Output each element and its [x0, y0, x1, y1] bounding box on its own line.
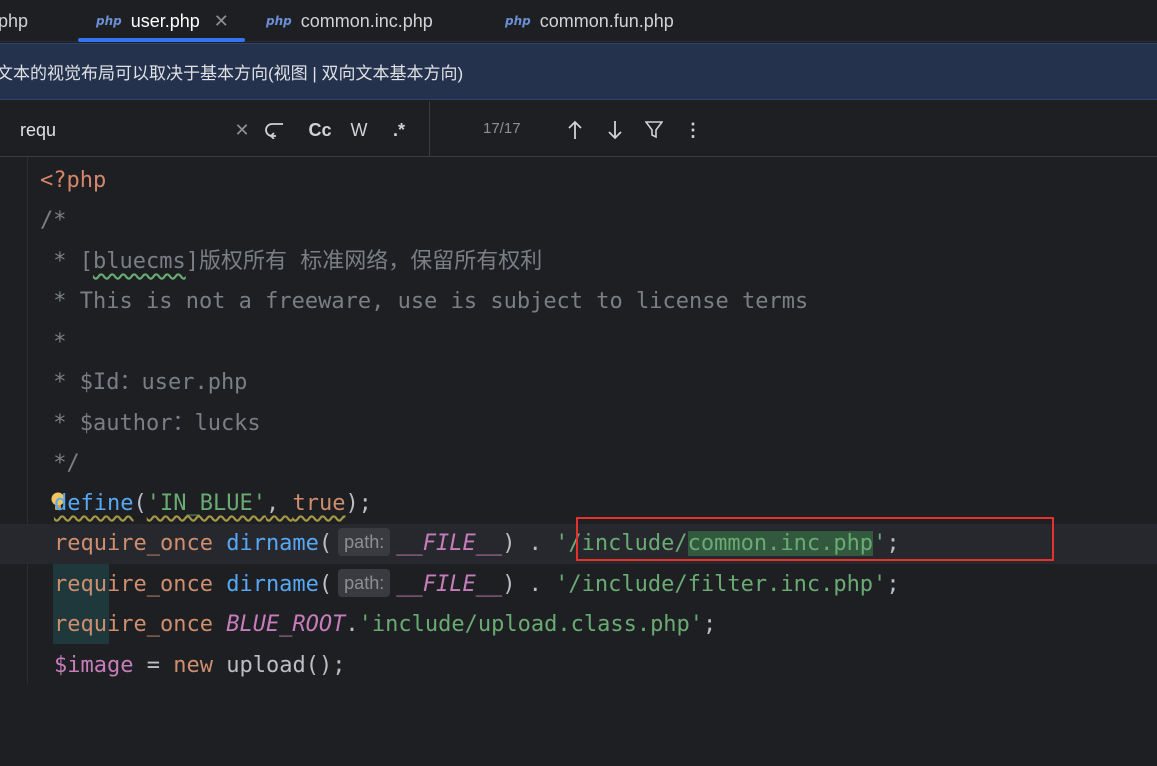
code-editor[interactable]: <?php /* * [bluecms]版权所有 标准网络，保留所有权利 * T… [0, 157, 1157, 684]
info-banner: 文本的视觉布局可以取决于基本方向(视图 | 双向文本基本方向) [0, 43, 1157, 100]
code-line: require_once BLUE_ROOT.'include/upload.c… [0, 605, 1157, 645]
clear-search-icon[interactable]: ✕ [232, 115, 252, 145]
code-line: */ [0, 444, 1157, 484]
php-open-tag: <?php [40, 168, 107, 193]
code-statement: require_once dirname(path: __FILE__) . '/… [54, 565, 900, 605]
highlight-annotation-box [576, 517, 1054, 561]
comment-text: * $Id：user.php [40, 370, 248, 395]
newline-icon[interactable] [262, 115, 288, 145]
arrow-down-icon[interactable] [604, 115, 626, 145]
whole-word-button[interactable]: W [346, 115, 372, 145]
tab-label: common.inc.php [300, 10, 433, 31]
comment-text: * [bluecms]版权所有 标准网络，保留所有权利 [40, 249, 543, 274]
comment-text: * $author：lucks [40, 411, 261, 436]
comment-text: * This is not a freeware, use is subject… [40, 289, 809, 314]
code-line: * [bluecms]版权所有 标准网络，保留所有权利 [0, 242, 1157, 282]
divider [429, 101, 430, 157]
comment-text: /* [40, 208, 67, 233]
arrow-up-icon[interactable] [564, 115, 586, 145]
php-file-icon: php [266, 14, 292, 28]
tab-php[interactable]: php [0, 0, 28, 42]
code-line: require_once dirname(path: __FILE__) . '/… [0, 565, 1157, 605]
code-statement: require_once BLUE_ROOT.'include/upload.c… [54, 612, 717, 637]
comment-text: */ [40, 451, 80, 476]
search-input[interactable]: requ [20, 118, 220, 142]
tab-label: user.php [130, 10, 200, 31]
code-line: $image = new upload(); [0, 646, 1157, 686]
editor-tab-bar: php php user.php ✕ php common.inc.php ph… [0, 0, 1157, 42]
param-hint: path: [338, 528, 391, 556]
code-line: * $Id：user.php [0, 363, 1157, 403]
code-line: * $author：lucks [0, 404, 1157, 444]
match-case-button[interactable]: Cc [306, 115, 334, 145]
comment-text: * [40, 330, 67, 355]
close-icon[interactable]: ✕ [214, 11, 229, 32]
match-count: 17/17 [483, 120, 521, 137]
php-file-icon: php [505, 14, 531, 28]
code-line: * This is not a freeware, use is subject… [0, 282, 1157, 322]
code-statement: $image = new upload(); [54, 653, 346, 678]
tab-common-fun-php[interactable]: php common.fun.php [505, 0, 674, 42]
tab-label: php [0, 10, 29, 31]
param-hint: path: [338, 569, 391, 597]
filter-icon[interactable] [643, 115, 665, 145]
tab-user-php[interactable]: php user.php ✕ [78, 0, 245, 42]
more-options-icon[interactable]: ⋮ [684, 115, 702, 145]
tab-label: common.fun.php [539, 10, 674, 31]
banner-text: 文本的视觉布局可以取决于基本方向(视图 | 双向文本基本方向) [0, 64, 464, 83]
code-line: <?php [0, 161, 1157, 201]
tab-common-inc-php[interactable]: php common.inc.php [266, 0, 433, 42]
regex-button[interactable]: .* [386, 115, 412, 145]
code-line: * [0, 323, 1157, 363]
find-bar: requ ✕ Cc W .* 17/17 ⋮ [0, 101, 1157, 157]
code-line: /* [0, 201, 1157, 241]
php-file-icon: php [96, 14, 122, 28]
code-statement: define('IN_BLUE', true); [54, 491, 372, 516]
